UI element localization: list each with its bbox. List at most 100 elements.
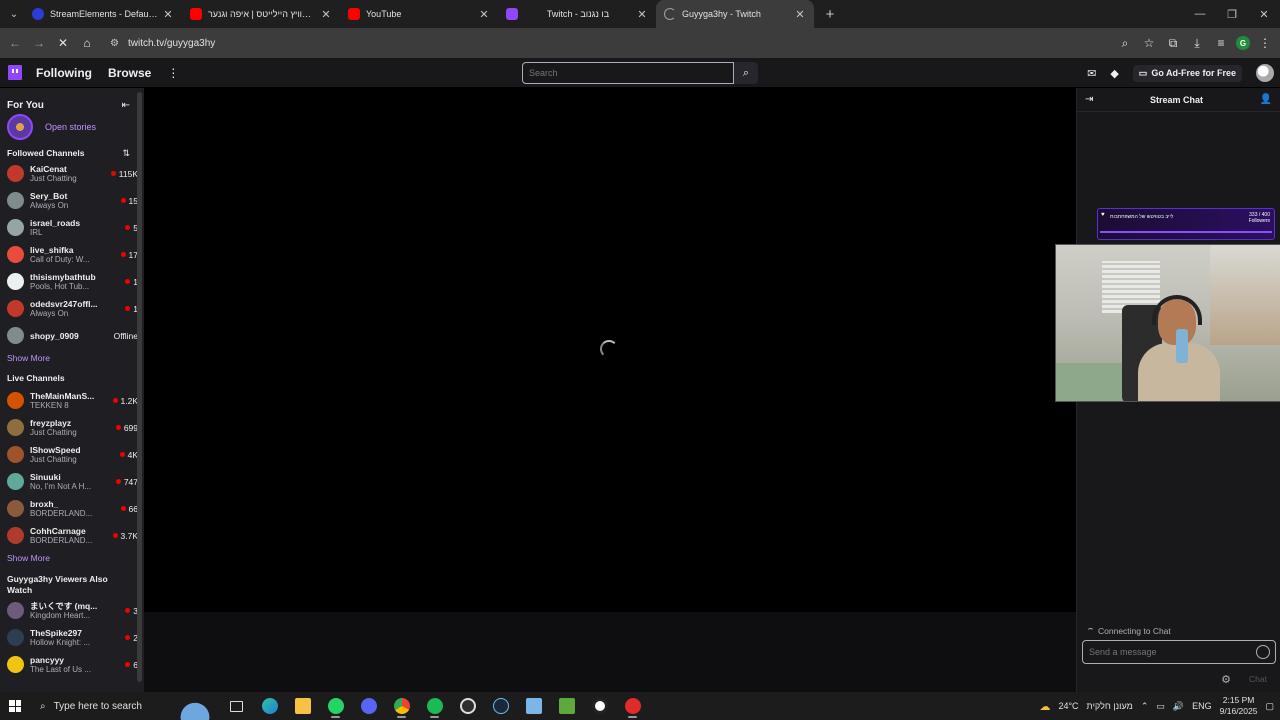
followed-channel-row[interactable]: thisismybathtub Pools, Hot Tub... 1 <box>0 268 144 295</box>
sidebar-scrollbar[interactable] <box>137 92 142 682</box>
youtube-favicon-icon <box>190 8 202 20</box>
followed-channel-row[interactable]: israel_roads IRL 5 <box>0 214 144 241</box>
chat-settings-gear-icon[interactable]: ⚙ <box>1221 673 1231 686</box>
search-highlight-globe[interactable] <box>170 692 220 720</box>
also-watch-channel-row[interactable]: TheSpike297 Hollow Knight: ... 2 <box>0 624 144 651</box>
steam-icon[interactable] <box>484 692 517 720</box>
live-channel-row[interactable]: IShowSpeed Just Chatting 4K <box>0 441 144 468</box>
tab-close-icon[interactable]: ✕ <box>162 8 174 21</box>
live-channel-row[interactable]: freyzplayz Just Chatting 699 <box>0 414 144 441</box>
media-control-icon[interactable]: ≡ <box>1212 34 1230 52</box>
browser-tab-streamelements[interactable]: StreamElements - Default comm ✕ <box>24 0 182 28</box>
bookmark-star-icon[interactable]: ☆ <box>1140 34 1158 52</box>
also-watch-channel-row[interactable]: pancyyy The Last of Us ... 6 <box>0 651 144 678</box>
show-hidden-icons-icon[interactable]: ⌃ <box>1141 701 1149 712</box>
chat-send-button[interactable]: Chat <box>1245 671 1271 687</box>
obs-icon[interactable] <box>451 692 484 720</box>
stop-loading-icon[interactable]: ✕ <box>54 34 72 52</box>
new-tab-icon[interactable]: + <box>820 6 840 23</box>
taskbar-search[interactable]: ⌕ Type here to search <box>30 692 170 720</box>
notepad-icon[interactable] <box>517 692 550 720</box>
story-avatar[interactable] <box>7 114 33 140</box>
show-more-live[interactable]: Show More <box>0 549 144 567</box>
also-watch-channel-row[interactable]: まいくです (mq... Kingdom Heart... 3 <box>0 597 144 624</box>
chrome-icon[interactable] <box>385 692 418 720</box>
collapse-chat-icon[interactable]: ⇥ <box>1085 94 1093 105</box>
show-more-followed[interactable]: Show More <box>0 349 144 367</box>
tab-close-icon[interactable]: ✕ <box>320 8 332 21</box>
open-stories-link[interactable]: Open stories <box>45 122 96 132</box>
minimize-icon[interactable]: — <box>1184 0 1216 28</box>
recording-app-icon[interactable] <box>616 692 649 720</box>
sort-icon[interactable]: ⇅ <box>122 148 130 159</box>
zoom-icon[interactable]: ⌕ <box>1116 34 1134 52</box>
channel-category: IRL <box>30 227 43 237</box>
volume-icon[interactable]: 🔊 <box>1173 701 1184 712</box>
forward-icon[interactable]: → <box>30 34 48 52</box>
emote-picker-icon[interactable] <box>1256 645 1270 659</box>
followed-channel-row[interactable]: shopy_0909 Offline <box>0 322 144 349</box>
connecting-text: Connecting to Chat <box>1098 626 1171 636</box>
close-window-icon[interactable]: ✕ <box>1248 0 1280 28</box>
browser-menu-icon[interactable]: ⋮ <box>1256 34 1274 52</box>
home-icon[interactable]: ⌂ <box>78 34 96 52</box>
tab-search-dropdown-icon[interactable]: ⌄ <box>4 4 24 24</box>
media-player-icon[interactable] <box>583 692 616 720</box>
followed-channel-row[interactable]: KaiCenat Just Chatting 115K <box>0 160 144 187</box>
nav-browse[interactable]: Browse <box>108 66 151 80</box>
weather-temp[interactable]: 24°C <box>1058 701 1078 711</box>
back-icon[interactable]: ← <box>6 34 24 52</box>
followed-channel-row[interactable]: odedsvr247offl... Always On 1 <box>0 295 144 322</box>
notifications-icon[interactable]: ▢ <box>1265 701 1274 712</box>
tab-close-icon[interactable]: ✕ <box>636 8 648 21</box>
search-icon[interactable]: ⌕ <box>734 62 758 84</box>
tab-close-icon[interactable]: ✕ <box>794 8 806 21</box>
whatsapp-icon[interactable] <box>319 692 352 720</box>
inbox-icon[interactable]: ✉ <box>1087 67 1096 80</box>
collapse-sidebar-icon[interactable]: ⇤ <box>122 100 130 111</box>
live-channel-row[interactable]: broxh_ BORDERLAND... 66 <box>0 495 144 522</box>
followed-channel-row[interactable]: live_shifka Call of Duty: W... 17 <box>0 241 144 268</box>
more-options-icon[interactable]: ⋮ <box>167 66 179 80</box>
go-ad-free-button[interactable]: ▭ Go Ad-Free for Free <box>1132 64 1242 82</box>
stories-row[interactable]: Open stories <box>0 114 144 140</box>
minecraft-icon[interactable] <box>550 692 583 720</box>
tab-close-icon[interactable]: ✕ <box>478 8 490 21</box>
address-bar[interactable]: ⚙ twitch.tv/guyyga3hy <box>102 32 1102 54</box>
chat-message-input[interactable] <box>1082 640 1276 664</box>
live-channel-row[interactable]: CohhCarnage BORDERLAND... 3.7K <box>0 522 144 549</box>
weather-text[interactable]: מעונן חלקית <box>1087 701 1133 711</box>
user-avatar[interactable] <box>1256 64 1274 82</box>
bits-icon[interactable]: ◆ <box>1110 67 1118 80</box>
restore-icon[interactable]: ❐ <box>1216 0 1248 28</box>
spotify-icon[interactable] <box>418 692 451 720</box>
channel-name: odedsvr247offl... <box>30 298 98 309</box>
browser-tab-youtube-highlights[interactable]: טוויץ היילייטס | איפה וגנער ...be ✕ <box>182 0 340 28</box>
extensions-icon[interactable]: ⧉ <box>1164 34 1182 52</box>
download-icon[interactable]: ⤓ <box>1188 34 1206 52</box>
live-indicator-icon <box>120 252 126 257</box>
twitch-logo-icon[interactable] <box>8 65 22 80</box>
search-input[interactable] <box>522 62 734 84</box>
start-button[interactable] <box>0 700 30 712</box>
clock[interactable]: 2:15 PM 9/16/2025 <box>1220 695 1258 717</box>
edge-icon[interactable] <box>253 692 286 720</box>
discord-icon[interactable] <box>352 692 385 720</box>
weather-icon[interactable]: ☁ <box>1039 700 1050 713</box>
profile-avatar[interactable]: G <box>1236 36 1250 50</box>
nav-following[interactable]: Following <box>36 66 92 80</box>
live-channel-row[interactable]: TheMainManS... TEKKEN 8 1.2K <box>0 387 144 414</box>
browser-tab-youtube[interactable]: YouTube ✕ <box>340 0 498 28</box>
task-view-icon[interactable] <box>220 692 253 720</box>
browser-tab-guyyga3hy[interactable]: Guyyga3hy - Twitch ✕ <box>656 0 814 28</box>
live-channel-row[interactable]: Sinuuki No, I'm Not A H... 747 <box>0 468 144 495</box>
file-explorer-icon[interactable] <box>286 692 319 720</box>
community-icon[interactable]: 👤 <box>1260 94 1272 105</box>
network-icon[interactable]: ▭ <box>1156 701 1165 712</box>
browser-tab-twitch-bo-nagnov[interactable]: Twitch - בו נגנוב ✕ <box>498 0 656 28</box>
followed-channel-row[interactable]: Sery_Bot Always On 15 <box>0 187 144 214</box>
also-watch-header: Guyyga3hy Viewers Also Watch <box>0 567 144 597</box>
site-info-icon[interactable]: ⚙ <box>110 37 122 49</box>
video-player[interactable] <box>144 88 1076 612</box>
language-indicator[interactable]: ENG <box>1192 701 1212 711</box>
